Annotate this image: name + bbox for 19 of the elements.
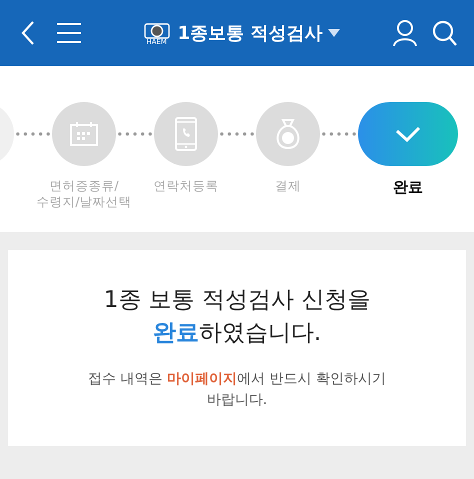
user-icon[interactable] — [392, 19, 418, 47]
notice-text: 접수 내역은 마이페이지에서 반드시 확인하시기 바랍니다. — [88, 370, 386, 410]
step-label: 결제 — [275, 178, 301, 194]
phone-icon — [175, 117, 197, 151]
back-icon[interactable] — [20, 20, 36, 46]
step-label: 연락처등록 — [154, 178, 218, 194]
check-icon — [395, 125, 421, 143]
dotted-connector — [16, 132, 50, 136]
step-label: 면허증종류/ 수령지/날짜선택 — [36, 178, 132, 210]
search-icon[interactable] — [432, 19, 458, 47]
step-label: 완료 — [393, 178, 423, 198]
dotted-connector — [118, 132, 152, 136]
dropdown-caret-icon[interactable] — [328, 29, 340, 37]
dotted-connector — [220, 132, 254, 136]
calendar-icon — [69, 121, 99, 147]
page-title[interactable]: 1종보통 적성검사 — [178, 21, 322, 45]
dotted-connector — [322, 132, 356, 136]
completion-message: 1종 보통 적성검사 신청을 완료하였습니다. — [104, 286, 370, 348]
menu-icon[interactable] — [56, 22, 82, 44]
